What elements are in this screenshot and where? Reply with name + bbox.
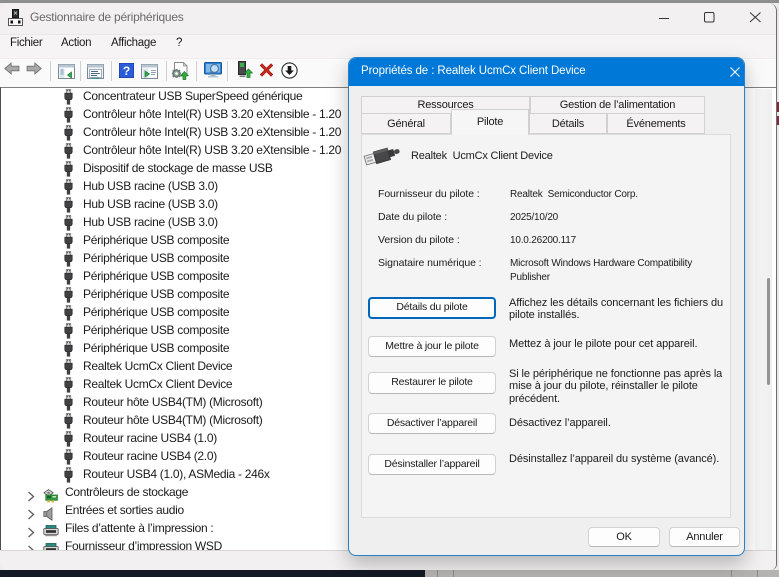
svg-text:?: ? [123, 64, 130, 78]
